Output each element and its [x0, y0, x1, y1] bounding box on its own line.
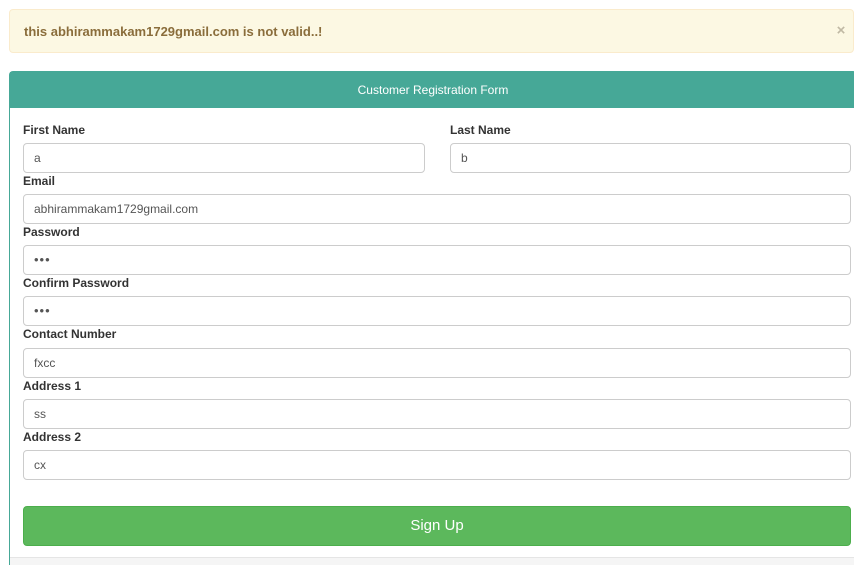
email-input[interactable]: abhirammakam1729gmail.com: [23, 194, 851, 224]
contact-number-label: Contact Number: [23, 327, 117, 341]
password-input[interactable]: •••: [23, 245, 851, 275]
sign-up-button[interactable]: Sign Up: [23, 506, 851, 546]
registration-panel: Customer Registration Form First Name a …: [9, 71, 854, 565]
first-name-label: First Name: [23, 123, 86, 137]
panel-title: Customer Registration Form: [10, 72, 854, 108]
first-name-input[interactable]: a: [23, 143, 425, 173]
validation-alert: this abhirammakam1729gmail.com is not va…: [9, 9, 854, 53]
alert-message: this abhirammakam1729gmail.com is not va…: [24, 24, 323, 39]
address2-input[interactable]: cx: [23, 450, 851, 480]
address2-label: Address 2: [23, 430, 82, 444]
contact-number-input[interactable]: fxcc: [23, 348, 851, 378]
last-name-label: Last Name: [450, 123, 511, 137]
close-icon[interactable]: ×: [833, 22, 849, 40]
address1-label: Address 1: [23, 379, 82, 393]
panel-footer: [10, 557, 854, 565]
confirm-password-label: Confirm Password: [23, 276, 130, 290]
password-label: Password: [23, 225, 80, 239]
email-label: Email: [23, 174, 56, 188]
address1-input[interactable]: ss: [23, 399, 851, 429]
confirm-password-input[interactable]: •••: [23, 296, 851, 326]
last-name-input[interactable]: b: [450, 143, 851, 173]
